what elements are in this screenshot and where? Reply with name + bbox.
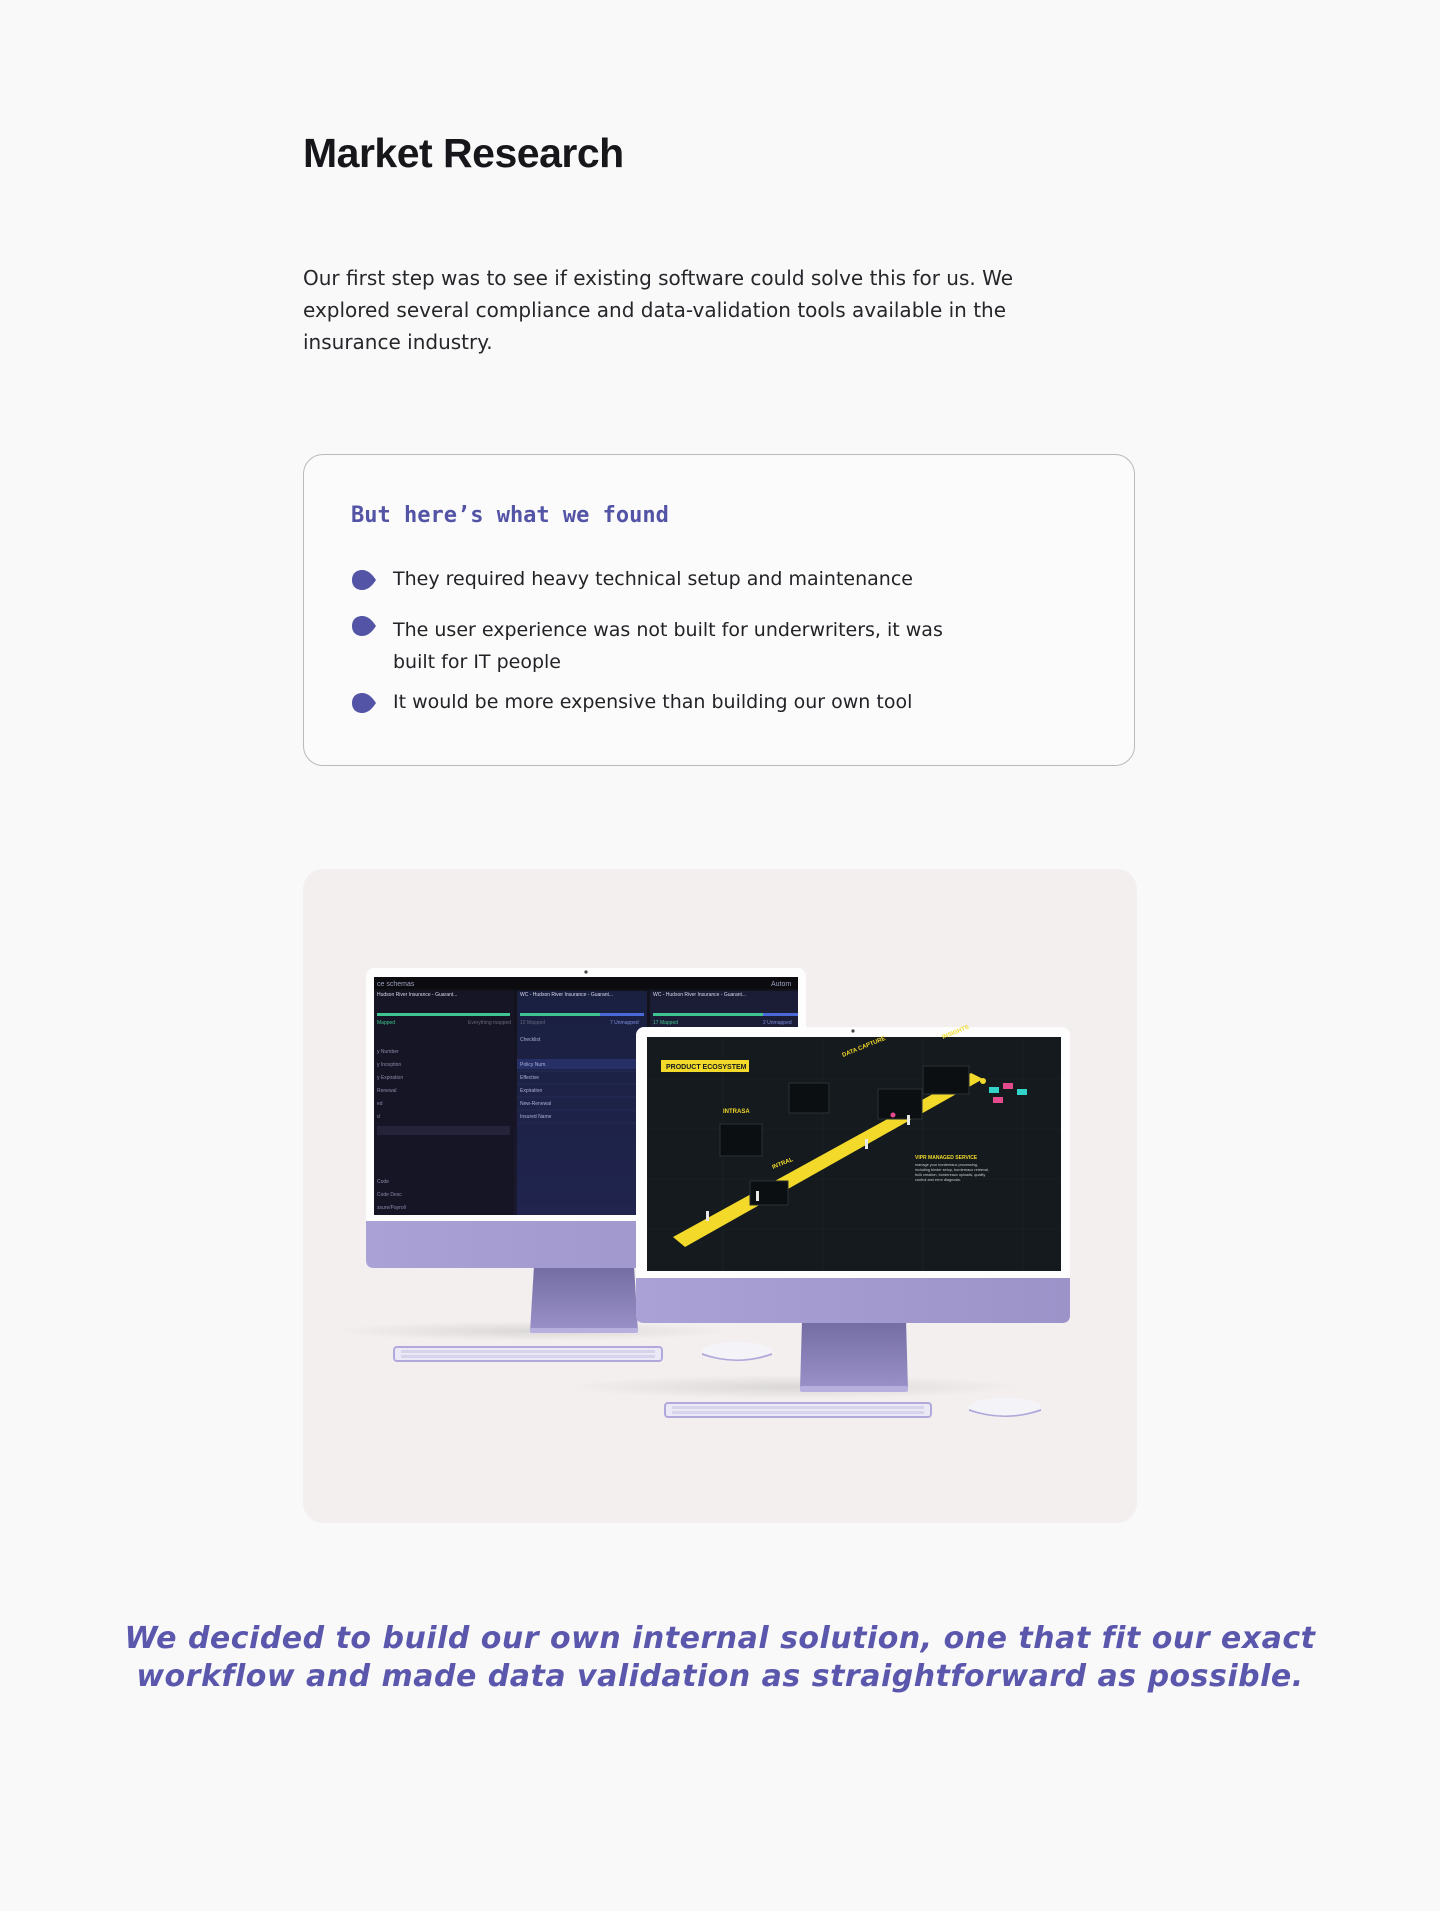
findings-card: But here’s what we found They required h… <box>303 454 1135 766</box>
back-left-row: ed <box>377 1101 383 1107</box>
findings-title: But here’s what we found <box>351 503 669 528</box>
back-middle-row: Policy Num. <box>520 1062 547 1068</box>
back-tab-3: WC - Hudson River Insurance - Guarant... <box>653 992 746 998</box>
bullet-drop-icon <box>352 570 376 590</box>
back-stat-5: 17 Mapped <box>653 1020 678 1026</box>
section-title: Market Research <box>303 130 624 176</box>
back-screen-header-right: Autom <box>771 981 791 988</box>
back-stat-4: 7 Unmapped <box>610 1020 639 1026</box>
svg-text:including binder setup, border: including binder setup, bordereaux retri… <box>915 1168 989 1172</box>
closing-statement: We decided to build our own internal sol… <box>124 1621 1316 1694</box>
back-left-row: d <box>377 1114 380 1120</box>
ecosystem-badge: PRODUCT ECOSYSTEM <box>666 1064 747 1071</box>
back-left-row: ssure/Payroll <box>377 1205 406 1211</box>
back-middle-row: Insured Name <box>520 1114 552 1120</box>
back-screen-header: ce schemas <box>377 981 415 988</box>
case-study-page: Market Research Our first step was to se… <box>0 0 1440 1911</box>
back-middle-row: New-Renewal <box>520 1101 551 1107</box>
back-left-row: y Inception <box>377 1062 401 1068</box>
back-tab-1: Hudson River Insurance - Guarant... <box>377 992 457 998</box>
finding-item: It would be more expensive than building… <box>351 691 983 718</box>
finding-text: They required heavy technical setup and … <box>393 568 913 590</box>
back-stat-3: 12 Mapped <box>520 1020 545 1026</box>
bullet-drop-icon <box>352 616 376 636</box>
svg-text:bulk creation, bordereaux uplo: bulk creation, bordereaux uploads, quali… <box>915 1173 985 1177</box>
front-imac: PRODUCT ECOSYSTEM INTRASA DATA CAPTURE I… <box>636 1025 1070 1418</box>
finding-item: They required heavy technical setup and … <box>351 568 983 595</box>
back-left-row: y Expiration <box>377 1075 403 1081</box>
imac-mockup-illustration: ce schemas Autom Hudson River Insurance … <box>333 968 1070 1418</box>
finding-item: The user experience was not built for un… <box>351 614 983 678</box>
back-tab-2: WC - Hudson River Insurance - Guarant... <box>520 992 613 998</box>
back-middle-title: Checklist <box>520 1037 541 1043</box>
intro-paragraph: Our first step was to see if existing so… <box>303 266 1014 354</box>
station-label: INTRASA <box>723 1109 750 1115</box>
back-left-row: Code <box>377 1179 389 1185</box>
back-left-row: y Number <box>377 1049 399 1055</box>
svg-text:control and error diagnosis.: control and error diagnosis. <box>915 1178 961 1182</box>
finding-text: The user experience was not built for un… <box>393 619 943 673</box>
back-stat-6: 2 Unmapped <box>763 1020 792 1026</box>
product-mockup-panel: ce schemas Autom Hudson River Insurance … <box>303 869 1137 1523</box>
back-middle-row: Effective <box>520 1075 539 1081</box>
back-stat-1: Mapped <box>377 1020 395 1026</box>
bullet-drop-icon <box>352 693 376 713</box>
back-left-row: Code Desc <box>377 1192 402 1198</box>
finding-text: It would be more expensive than building… <box>393 691 913 713</box>
back-left-row: Renewal <box>377 1088 396 1094</box>
vipr-caption-title: VIPR MANAGED SERVICE <box>915 1155 978 1161</box>
back-middle-row: Expiration <box>520 1088 542 1094</box>
svg-text:manage your bordereaux process: manage your bordereaux processing, <box>915 1163 978 1167</box>
back-stat-2: Everything mapped <box>468 1020 511 1026</box>
